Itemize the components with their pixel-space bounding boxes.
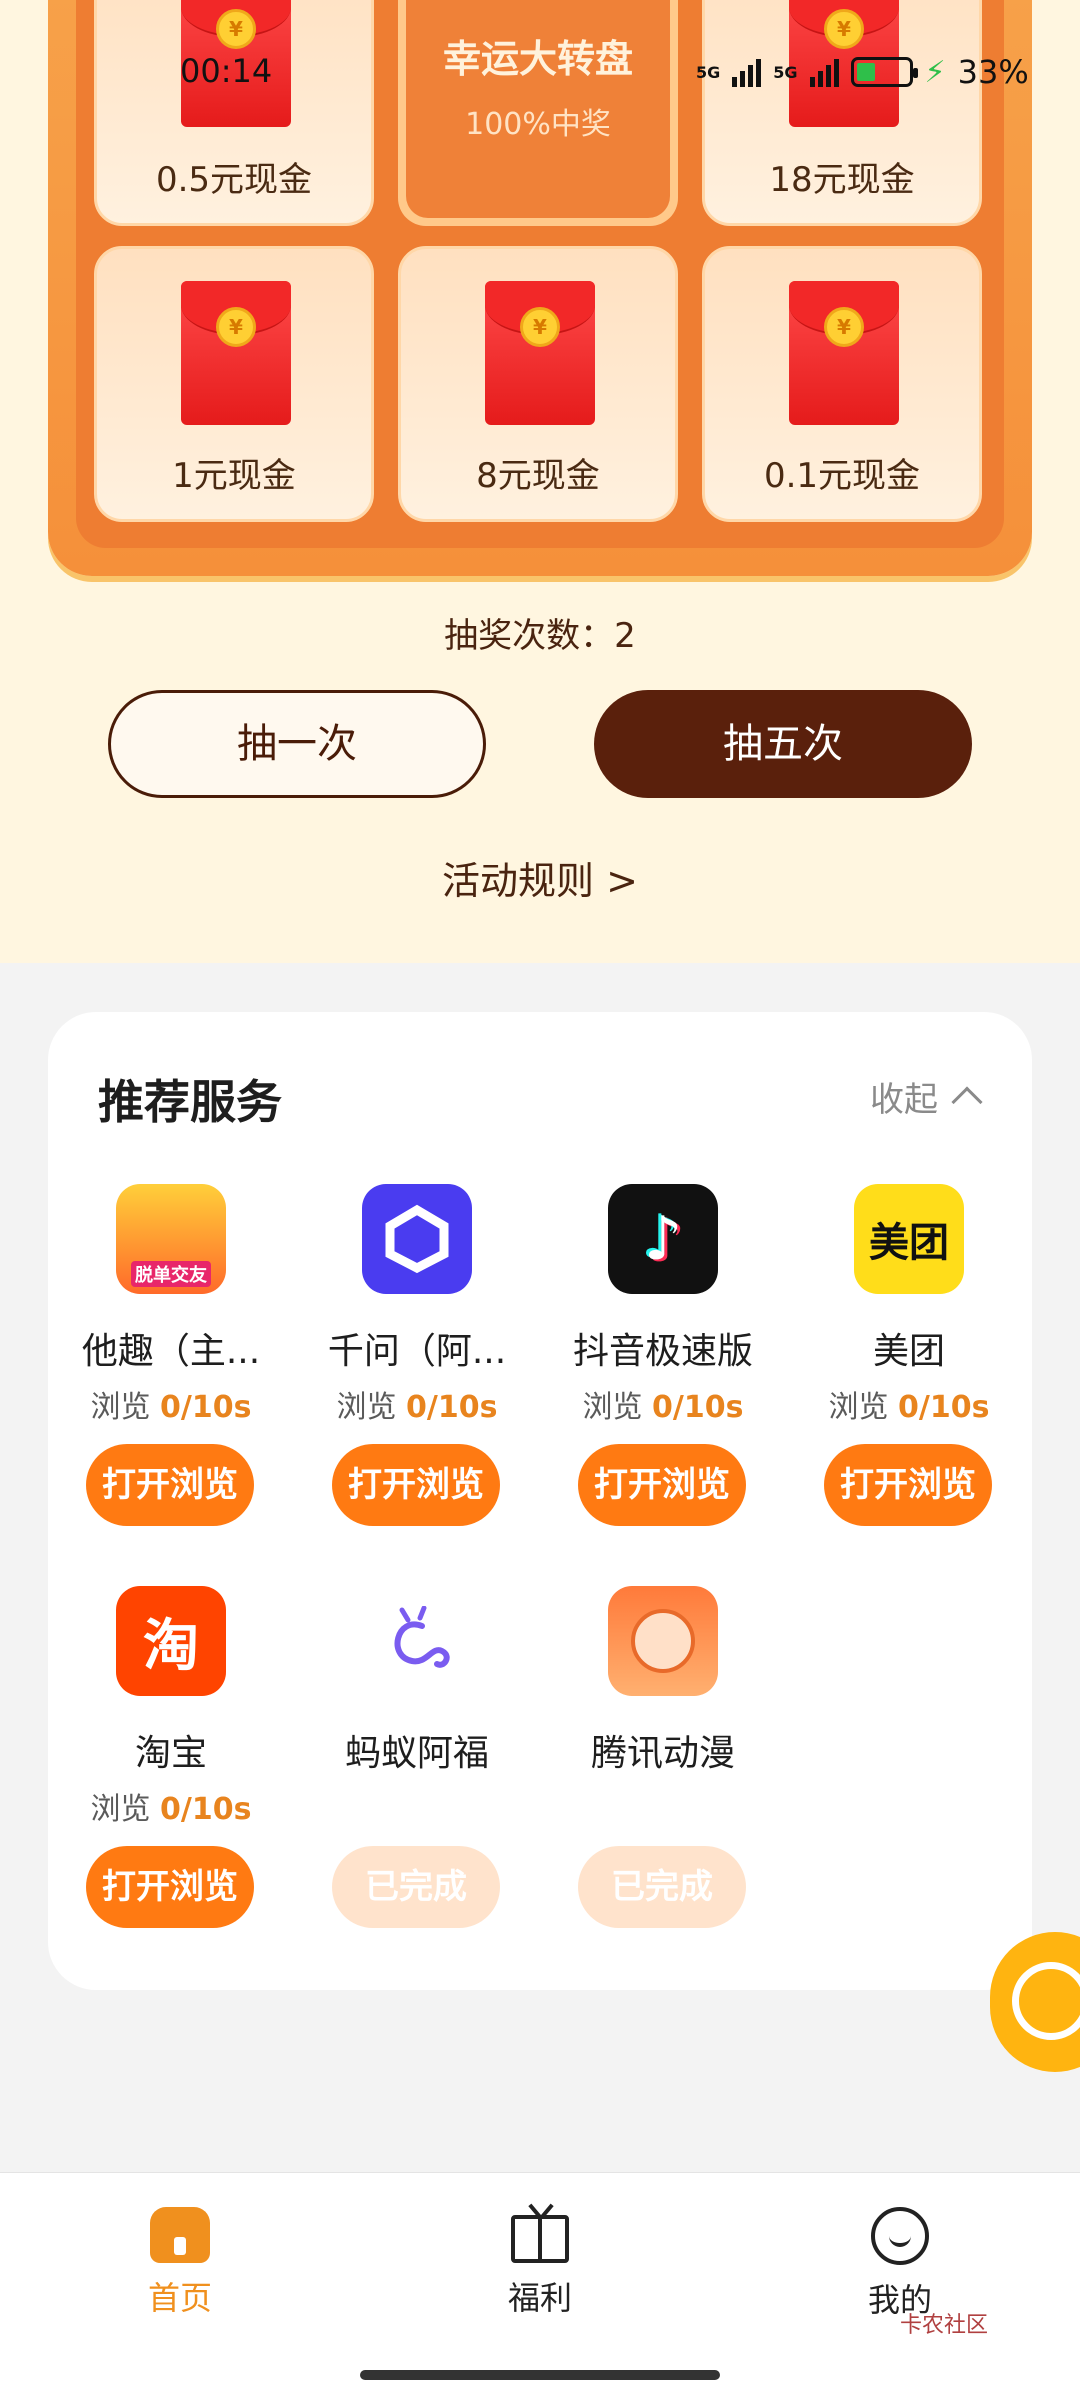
nav-label: 福利	[507, 2279, 572, 2317]
center-subtitle: 100%中奖	[465, 107, 611, 142]
open-browse-button[interactable]: 打开浏览	[824, 1444, 992, 1526]
service-item: 蚂蚁阿福	[294, 1586, 540, 1776]
chevron-up-icon	[951, 1085, 983, 1118]
service-item: 脱单交友 他趣（主... 浏览 0/10s	[48, 1184, 294, 1426]
draw-five-button[interactable]: 抽五次	[594, 690, 972, 798]
center-title: 幸运大转盘	[442, 37, 633, 81]
coin-icon: ¥	[216, 9, 256, 49]
tahqu-app-icon[interactable]: 脱单交友	[116, 1184, 226, 1294]
nav-label: 首页	[147, 2279, 212, 2317]
bottom-navigation: 首页 福利 我的 卡农社区	[0, 2172, 1080, 2400]
prize-cell: ¥ 8元现金	[398, 246, 678, 522]
lottery-area: ¥ 0.5元现金 幸运大转盘 100%中奖 ¥ 18元现金 ¥ 1元现金 ¥ 8…	[0, 0, 1080, 963]
browse-progress: 0/10s	[406, 1390, 498, 1425]
smile-icon	[871, 2207, 929, 2265]
prize-label: 18元现金	[769, 160, 915, 200]
draw-count: 抽奖次数：2	[444, 616, 636, 656]
battery-icon	[850, 57, 918, 87]
service-name: 美团	[872, 1331, 945, 1372]
prize-cell: ¥ 0.1元现金	[702, 246, 982, 522]
prize-label: 8元现金	[476, 456, 600, 496]
signal-icon	[732, 57, 762, 87]
service-item: 淘 淘宝 浏览 0/10s	[48, 1586, 294, 1828]
service-name: 腾讯动漫	[590, 1733, 735, 1774]
status-indicators: 5G 5G ⚡ 33%	[696, 52, 1029, 92]
completed-button: 已完成	[578, 1846, 746, 1928]
open-browse-button[interactable]: 打开浏览	[332, 1444, 500, 1526]
prize-cell: ¥ 18元现金	[702, 0, 982, 226]
home-indicator	[360, 2370, 720, 2380]
coin-icon: ¥	[824, 307, 864, 347]
service-name: 他趣（主...	[81, 1331, 261, 1372]
status-time: 00:14	[180, 52, 273, 90]
tv-icon	[511, 2215, 569, 2263]
battery-percent: 33%	[957, 53, 1029, 91]
prize-label: 0.5元现金	[155, 160, 313, 200]
tencent-comic-app-icon[interactable]	[608, 1586, 718, 1696]
browse-progress: 0/10s	[160, 1792, 252, 1827]
open-browse-button[interactable]: 打开浏览	[86, 1444, 254, 1526]
prize-cell: ¥ 1元现金	[94, 246, 374, 522]
coin-icon: ¥	[520, 307, 560, 347]
service-name: 淘宝	[134, 1733, 207, 1774]
taobao-app-icon[interactable]: 淘	[116, 1586, 226, 1696]
signal-icon	[809, 57, 839, 87]
completed-button: 已完成	[332, 1846, 500, 1928]
coin-icon: ¥	[216, 307, 256, 347]
draw-once-button[interactable]: 抽一次	[108, 690, 486, 798]
coin-icon: ¥	[824, 9, 864, 49]
refresh-icon	[1012, 1962, 1080, 2040]
service-item: 腾讯动漫	[540, 1586, 786, 1776]
meituan-app-icon[interactable]: 美团	[854, 1184, 964, 1294]
open-browse-button[interactable]: 打开浏览	[86, 1846, 254, 1928]
nav-mine[interactable]: 我的	[820, 2207, 980, 2321]
prize-cell: ¥ 0.5元现金	[94, 0, 374, 226]
red-envelope-icon: ¥	[181, 281, 291, 425]
rules-link[interactable]: 活动规则 >	[0, 850, 1080, 905]
home-icon	[150, 2207, 210, 2263]
prize-label: 1元现金	[172, 456, 296, 496]
recommended-services-card: 推荐服务 收起 脱单交友 他趣（主... 浏览 0/10s 千问（阿... 浏览…	[48, 1012, 1032, 1990]
prize-label: 0.1元现金	[763, 456, 921, 496]
charging-icon: ⚡	[924, 54, 946, 90]
browse-progress: 0/10s	[898, 1390, 990, 1425]
network-label: 5G	[696, 62, 721, 82]
red-envelope-icon: ¥	[789, 281, 899, 425]
network-label: 5G	[773, 62, 798, 82]
qianwen-app-icon[interactable]	[362, 1184, 472, 1294]
lucky-wheel-center[interactable]: 幸运大转盘 100%中奖	[398, 0, 678, 226]
section-title: 推荐服务	[98, 1075, 282, 1129]
nav-welfare[interactable]: 福利	[460, 2207, 620, 2319]
browse-progress: 0/10s	[652, 1390, 744, 1425]
collapse-label: 收起	[870, 1080, 938, 1120]
open-browse-button[interactable]: 打开浏览	[578, 1444, 746, 1526]
service-item: 美团 美团 浏览 0/10s	[786, 1184, 1032, 1426]
nav-home[interactable]: 首页	[100, 2207, 260, 2319]
service-name: 抖音极速版	[572, 1331, 753, 1372]
service-item: 千问（阿... 浏览 0/10s	[294, 1184, 540, 1426]
red-envelope-icon: ¥	[485, 281, 595, 425]
browse-progress: 0/10s	[160, 1390, 252, 1425]
mayi-afu-app-icon[interactable]	[362, 1586, 472, 1696]
service-item: ♪ 抖音极速版 浏览 0/10s	[540, 1184, 786, 1426]
watermark: 卡农社区	[900, 2313, 989, 2338]
service-name: 千问（阿...	[327, 1331, 507, 1372]
douyin-app-icon[interactable]: ♪	[608, 1184, 718, 1294]
service-name: 蚂蚁阿福	[344, 1733, 489, 1774]
collapse-button[interactable]: 收起	[870, 1072, 983, 1121]
